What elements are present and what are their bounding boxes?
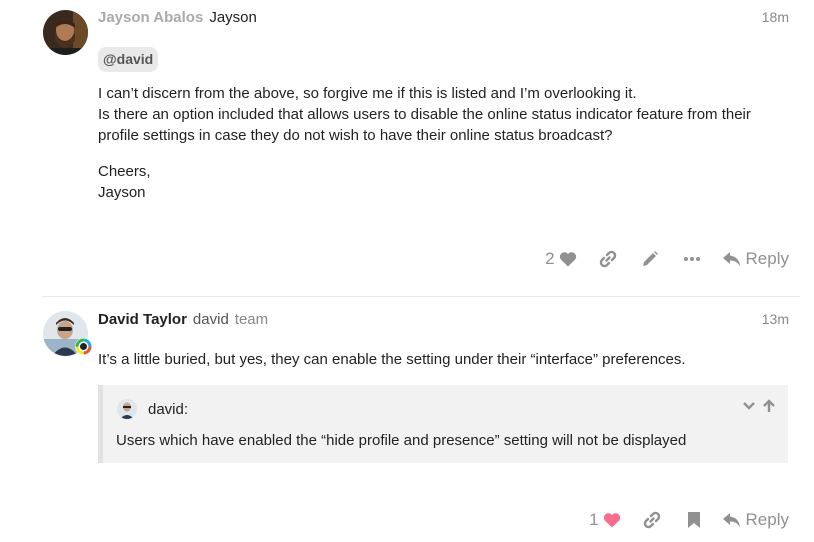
post-date[interactable]: 13m	[762, 311, 789, 327]
post-jayson: Jayson Abalos Jayson 18m @david I can’t d…	[0, 0, 814, 290]
username[interactable]: David Taylor	[98, 311, 187, 328]
avatar[interactable]	[43, 10, 88, 55]
chevron-down-icon[interactable]	[742, 399, 756, 418]
text-line: Jayson	[98, 184, 146, 201]
post-divider	[42, 296, 800, 297]
heart-icon	[559, 251, 577, 267]
reply-label: Reply	[745, 249, 789, 268]
post-body: It’s a little buried, but yes, they can …	[98, 351, 686, 368]
user-group[interactable]: team	[235, 311, 268, 328]
link-icon	[599, 250, 617, 268]
reply-button[interactable]: Reply	[722, 507, 789, 533]
text-line: Cheers,	[98, 163, 151, 180]
post-paragraph: I can’t discern from the above, so forgi…	[98, 83, 788, 146]
bookmark-icon	[687, 511, 701, 529]
quote-author[interactable]: david:	[148, 401, 188, 418]
like-count[interactable]: 2	[545, 249, 554, 269]
share-link-button[interactable]	[643, 507, 661, 533]
like-button[interactable]: 2	[545, 246, 576, 272]
text-line: I can’t discern from the above, so forgi…	[98, 85, 637, 102]
post-actions: 2 Reply	[545, 246, 789, 272]
post-actions: 1 Reply	[589, 507, 789, 533]
post-paragraph: Cheers, Jayson	[98, 161, 788, 203]
full-name[interactable]: Jayson	[209, 9, 257, 26]
mention[interactable]: @david	[98, 47, 159, 72]
like-button[interactable]: 1	[589, 507, 620, 533]
quote-controls	[742, 399, 776, 418]
text-line: profile settings in case they do not wis…	[98, 127, 613, 144]
reply-icon	[722, 512, 741, 528]
reply-icon	[722, 251, 741, 267]
quote-text: Users which have enabled the “hide profi…	[116, 432, 687, 449]
edit-button[interactable]	[641, 246, 659, 272]
bookmark-button[interactable]	[687, 507, 701, 533]
pencil-icon	[641, 250, 659, 268]
username[interactable]: Jayson Abalos	[98, 9, 203, 26]
heart-icon	[603, 512, 621, 528]
post-david: David Taylor david team 13m It’s a little …	[0, 298, 814, 542]
like-count[interactable]: 1	[589, 510, 598, 530]
link-icon	[643, 511, 661, 529]
quote-title: david:	[117, 399, 188, 419]
share-link-button[interactable]	[599, 246, 617, 272]
ellipsis-icon	[683, 256, 701, 262]
reply-label: Reply	[745, 510, 789, 529]
quote-block: david: Users which have enabled the “hid…	[98, 385, 788, 463]
full-name[interactable]: david	[193, 311, 229, 328]
more-options-button[interactable]	[683, 246, 701, 272]
text-line: Is there an option included that allows …	[98, 106, 751, 123]
quote-avatar	[117, 399, 137, 419]
post-header: David Taylor david team 13m	[98, 311, 789, 331]
post-header: Jayson Abalos Jayson 18m	[98, 9, 789, 29]
arrow-up-icon[interactable]	[762, 399, 776, 418]
user-flair-badge	[75, 338, 92, 355]
post-date[interactable]: 18m	[762, 9, 789, 25]
post-body: @david	[98, 47, 788, 72]
reply-button[interactable]: Reply	[722, 246, 789, 272]
